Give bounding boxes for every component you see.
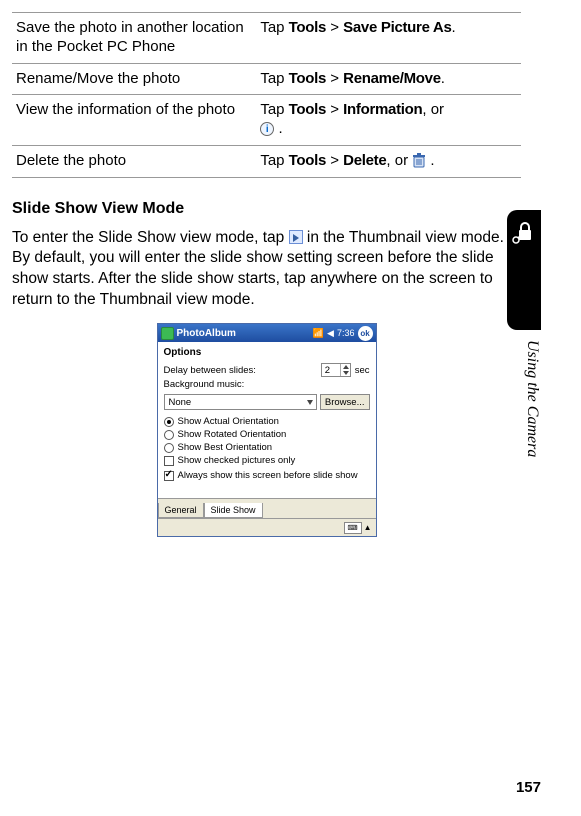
speaker-icon: ◀ <box>327 328 334 339</box>
radio-option[interactable]: Show Actual Orientation <box>164 416 370 427</box>
menu-name: Tools <box>289 101 326 118</box>
slideshow-icon <box>289 230 303 244</box>
action-cell: Tap Tools > Information, or i . <box>256 95 521 146</box>
check-label: Show checked pictures only <box>178 455 296 466</box>
delay-unit: sec <box>355 365 370 376</box>
text: , or <box>422 101 444 118</box>
side-chapter-label: Using the Camera <box>517 340 541 540</box>
text: > <box>326 70 343 87</box>
sip-bar: ⌨ ▲ <box>158 518 376 536</box>
text: . <box>441 70 445 87</box>
check-option[interactable]: Always show this screen before slide sho… <box>164 470 370 481</box>
tab-general[interactable]: General <box>158 503 204 518</box>
section-heading: Slide Show View Mode <box>12 200 521 218</box>
radio-icon[interactable] <box>164 430 174 440</box>
app-title: PhotoAlbum <box>177 328 310 339</box>
bgmusic-label: Background music: <box>164 379 245 390</box>
signal-icon: 📶 <box>313 328 324 339</box>
browse-button[interactable]: Browse... <box>320 394 370 410</box>
radio-icon[interactable] <box>164 417 174 427</box>
action-cell: Tap Tools > Delete, or . <box>256 145 521 177</box>
delay-spinner[interactable]: 2 <box>321 363 351 377</box>
command-name: Delete <box>343 152 386 169</box>
keyboard-icon[interactable]: ⌨ <box>344 522 362 534</box>
start-flag-icon[interactable] <box>161 327 174 340</box>
command-name: Save Picture As <box>343 19 451 36</box>
info-icon: i <box>260 122 274 136</box>
menu-name: Tools <box>289 70 326 87</box>
clock: 7:36 <box>337 328 355 338</box>
radio-option[interactable]: Show Best Orientation <box>164 442 370 453</box>
tab-bar: General Slide Show <box>158 498 376 518</box>
check-label: Always show this screen before slide sho… <box>178 470 358 481</box>
text: . <box>452 19 456 36</box>
tab-slideshow[interactable]: Slide Show <box>204 503 263 518</box>
thumb-tab <box>507 210 541 330</box>
task-cell: View the information of the photo <box>12 95 256 146</box>
text: Tap <box>260 152 288 169</box>
options-heading: Options <box>164 347 370 358</box>
pda-body: Options Delay between slides: 2 sec Back… <box>158 342 376 498</box>
delay-value: 2 <box>322 365 333 376</box>
command-name: Information <box>343 101 422 118</box>
text: > <box>326 152 343 169</box>
text: , or <box>386 152 412 169</box>
delay-row: Delay between slides: 2 sec <box>164 363 370 377</box>
table-row: Save the photo in another location in th… <box>12 13 521 64</box>
table-row: View the information of the photo Tap To… <box>12 95 521 146</box>
pda-screenshot: PhotoAlbum 📶 ◀ 7:36 ok Options Delay bet… <box>157 323 377 537</box>
bgmusic-select[interactable]: None <box>164 394 317 410</box>
page-number: 157 <box>516 779 541 796</box>
text: Tap <box>260 70 288 87</box>
task-cell: Save the photo in another location in th… <box>12 13 256 64</box>
check-option[interactable]: Show checked pictures only <box>164 455 370 466</box>
menu-name: Tools <box>289 19 326 36</box>
task-cell: Delete the photo <box>12 145 256 177</box>
table-row: Delete the photo Tap Tools > Delete, or … <box>12 145 521 177</box>
spin-arrows-icon[interactable] <box>340 364 350 376</box>
checkbox-icon[interactable] <box>164 471 174 481</box>
task-action-table: Save the photo in another location in th… <box>12 12 521 178</box>
lock-key-icon <box>510 218 538 246</box>
radio-label: Show Actual Orientation <box>178 416 279 427</box>
pda-titlebar: PhotoAlbum 📶 ◀ 7:36 ok <box>158 324 376 342</box>
text: Tap <box>260 101 288 118</box>
text: Tap <box>260 19 288 36</box>
action-cell: Tap Tools > Rename/Move. <box>256 63 521 95</box>
ok-button[interactable]: ok <box>358 326 373 341</box>
text: To enter the Slide Show view mode, tap <box>12 229 289 246</box>
body-paragraph: To enter the Slide Show view mode, tap i… <box>12 228 521 312</box>
sys-tray: 📶 ◀ 7:36 <box>313 328 355 339</box>
menu-name: Tools <box>289 152 326 169</box>
radio-label: Show Rotated Orientation <box>178 429 287 440</box>
checkbox-icon[interactable] <box>164 456 174 466</box>
table-row: Rename/Move the photo Tap Tools > Rename… <box>12 63 521 95</box>
radio-option[interactable]: Show Rotated Orientation <box>164 429 370 440</box>
action-cell: Tap Tools > Save Picture As. <box>256 13 521 64</box>
radio-label: Show Best Orientation <box>178 442 273 453</box>
trash-icon <box>412 153 426 169</box>
bgmusic-row: Background music: <box>164 379 370 390</box>
text: > <box>326 101 343 118</box>
sip-arrow-icon[interactable]: ▲ <box>364 523 372 532</box>
task-cell: Rename/Move the photo <box>12 63 256 95</box>
delay-label: Delay between slides: <box>164 365 256 376</box>
radio-icon[interactable] <box>164 443 174 453</box>
command-name: Rename/Move <box>343 70 441 87</box>
text: > <box>326 19 343 36</box>
